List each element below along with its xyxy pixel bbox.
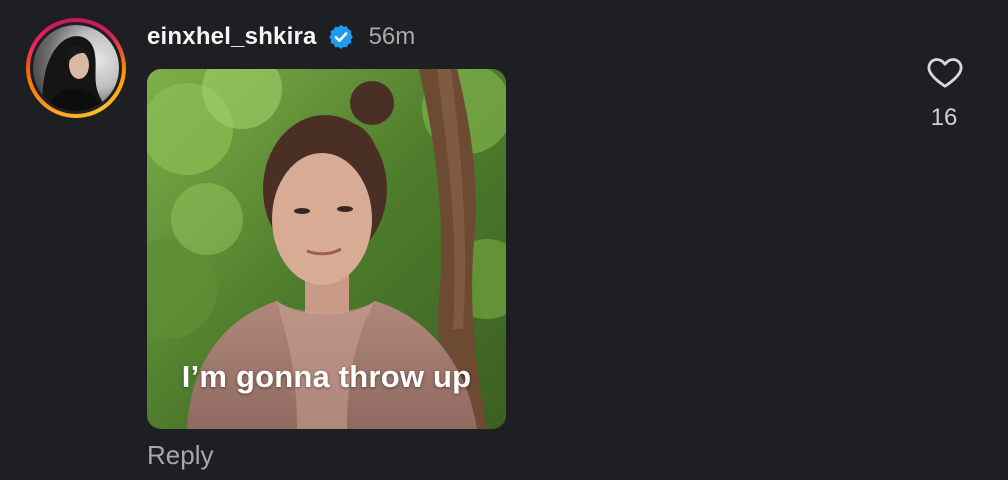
username-link[interactable]: einxhel_shkira [147,23,317,51]
comment-gif[interactable]: I’m gonna throw up [147,69,506,429]
reply-button[interactable]: Reply [147,440,213,471]
comment-header: einxhel_shkira 56m [147,22,415,52]
gif-caption: I’m gonna throw up [181,359,472,394]
comment-item: einxhel_shkira 56m I’m gonna throw up Re… [0,0,1008,480]
heart-outline-icon [927,58,963,88]
avatar-image [42,36,107,111]
story-ring[interactable] [26,18,126,118]
like-button[interactable] [924,52,966,92]
like-count: 16 [930,104,958,131]
verified-badge-icon [327,23,355,51]
comment-timestamp: 56m [368,23,416,50]
avatar[interactable] [33,25,119,111]
